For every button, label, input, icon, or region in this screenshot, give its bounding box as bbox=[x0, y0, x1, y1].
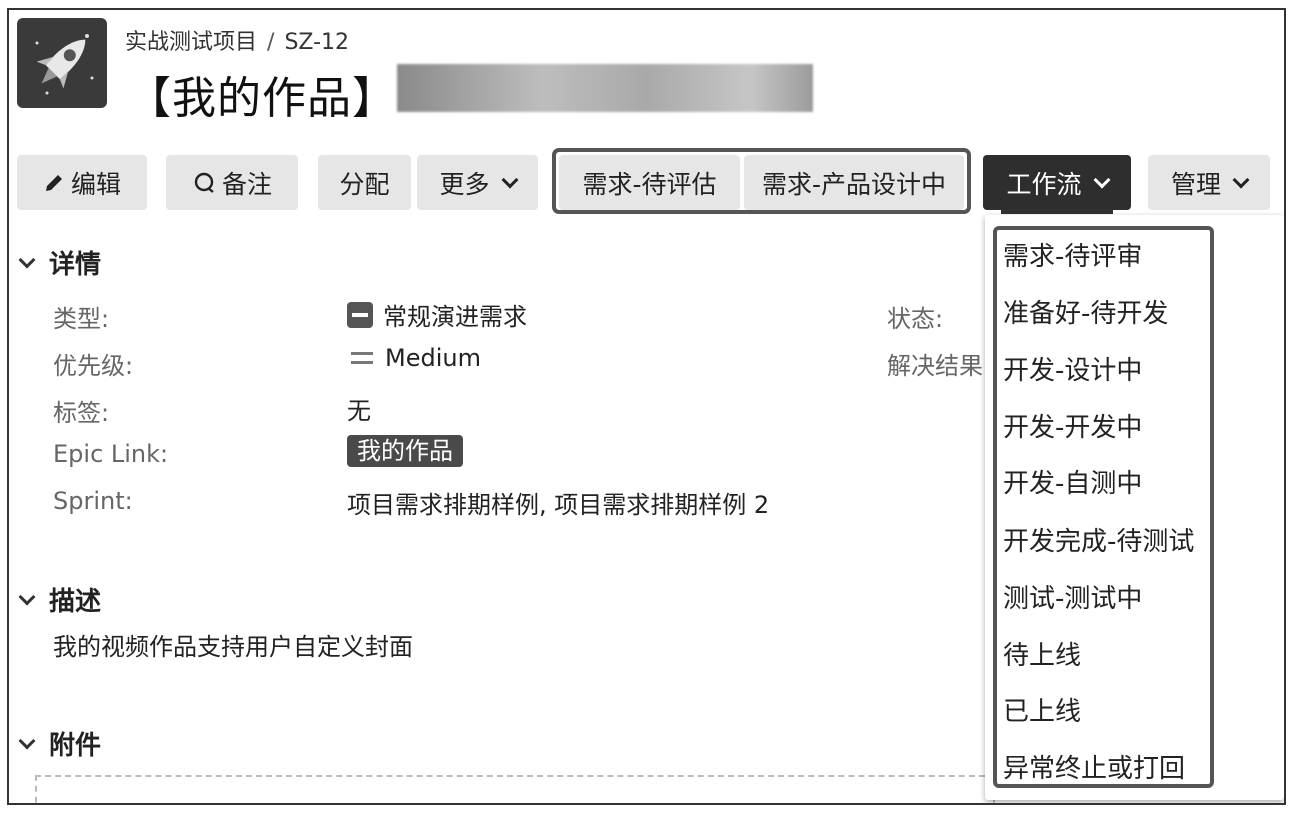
transition-button-product-design[interactable]: 需求-产品设计中 bbox=[744, 155, 964, 210]
admin-button[interactable]: 管理 bbox=[1148, 155, 1270, 210]
comment-button[interactable]: 备注 bbox=[166, 155, 298, 210]
details-section-toggle[interactable]: 详情 bbox=[15, 244, 101, 281]
issue-type-icon bbox=[347, 301, 373, 328]
pencil-icon bbox=[45, 174, 62, 191]
priority-medium-icon bbox=[351, 352, 373, 364]
epic-link-label: Epic Link: bbox=[53, 440, 169, 468]
chevron-down-icon bbox=[501, 171, 518, 188]
workflow-menu-item[interactable]: 开发-开发中 bbox=[1003, 407, 1142, 444]
breadcrumb-separator: / bbox=[267, 30, 275, 55]
breadcrumb-issue-key-link[interactable]: SZ-12 bbox=[284, 30, 349, 55]
workflow-menu-item[interactable]: 开发-设计中 bbox=[1003, 350, 1142, 387]
chevron-down-icon bbox=[18, 732, 36, 749]
workflow-button-underline bbox=[1001, 209, 1113, 214]
assign-button[interactable]: 分配 bbox=[318, 155, 411, 210]
breadcrumb-project-link[interactable]: 实战测试项目 bbox=[125, 30, 257, 55]
workflow-menu-item[interactable]: 已上线 bbox=[1003, 691, 1081, 728]
chevron-down-icon bbox=[1232, 171, 1250, 188]
breadcrumb: 实战测试项目 / SZ-12 bbox=[125, 24, 349, 56]
labels-value: 无 bbox=[347, 397, 371, 425]
description-text[interactable]: 我的视频作品支持用户自定义封面 bbox=[53, 627, 413, 662]
resolution-label: 解决结果 bbox=[887, 352, 983, 380]
workflow-button[interactable]: 工作流 bbox=[983, 155, 1131, 210]
workflow-menu-item[interactable]: 测试-测试中 bbox=[1003, 578, 1142, 615]
more-button[interactable]: 更多 bbox=[417, 155, 538, 210]
transition-button-label: 需求-产品设计中 bbox=[761, 169, 947, 199]
epic-link-badge[interactable]: 我的作品 bbox=[347, 435, 463, 467]
attachments-section-toggle[interactable]: 附件 bbox=[15, 725, 101, 762]
workflow-button-label: 工作流 bbox=[1006, 169, 1082, 199]
epic-link-value: 我的作品 bbox=[347, 435, 463, 467]
edit-button[interactable]: 编辑 bbox=[17, 155, 147, 210]
workflow-menu-item[interactable]: 异常终止或打回 bbox=[1003, 748, 1185, 785]
more-button-label: 更多 bbox=[439, 169, 490, 199]
workflow-menu-item[interactable]: 开发完成-待测试 bbox=[1003, 521, 1194, 558]
comment-icon bbox=[194, 172, 214, 193]
workflow-menu-item[interactable]: 准备好-待开发 bbox=[1003, 293, 1168, 330]
project-avatar-rocket-icon[interactable] bbox=[17, 18, 107, 108]
sprint-label: Sprint: bbox=[53, 487, 133, 515]
edit-button-label: 编辑 bbox=[70, 169, 121, 199]
workflow-menu-item[interactable]: 待上线 bbox=[1003, 635, 1081, 672]
details-heading: 详情 bbox=[49, 250, 102, 280]
type-value-text: 常规演进需求 bbox=[383, 303, 527, 331]
comment-button-label: 备注 bbox=[221, 169, 272, 199]
priority-value: Medium bbox=[347, 344, 481, 372]
sprint-value[interactable]: 项目需求排期样例, 项目需求排期样例 2 bbox=[347, 485, 769, 520]
admin-button-label: 管理 bbox=[1170, 169, 1221, 199]
chevron-down-icon bbox=[18, 588, 36, 605]
labels-label: 标签: bbox=[53, 399, 110, 427]
redacted-title-text bbox=[397, 64, 813, 112]
priority-label: 优先级: bbox=[53, 352, 134, 380]
priority-value-text: Medium bbox=[385, 344, 481, 372]
transition-button-label: 需求-待评估 bbox=[582, 169, 717, 199]
workflow-menu-item[interactable]: 需求-待评审 bbox=[1003, 236, 1142, 273]
description-heading: 描述 bbox=[49, 587, 102, 617]
status-label: 状态: bbox=[887, 305, 944, 333]
description-section-toggle[interactable]: 描述 bbox=[15, 581, 101, 618]
type-label: 类型: bbox=[53, 305, 110, 333]
attachments-heading: 附件 bbox=[49, 731, 102, 761]
chevron-down-icon bbox=[18, 251, 36, 268]
attachment-dropzone[interactable] bbox=[35, 775, 995, 803]
issue-title: 【我的作品】 bbox=[127, 73, 397, 124]
workflow-menu-item[interactable]: 开发-自测中 bbox=[1003, 463, 1142, 500]
type-value: 常规演进需求 bbox=[347, 297, 527, 332]
transition-button-pending-review[interactable]: 需求-待评估 bbox=[559, 155, 740, 210]
assign-button-label: 分配 bbox=[339, 169, 390, 199]
chevron-down-icon bbox=[1093, 171, 1110, 188]
issue-view: 实战测试项目 / SZ-12 【我的作品】 编辑 备注 分配 更多 需求-待评估 需… bbox=[7, 8, 1286, 805]
